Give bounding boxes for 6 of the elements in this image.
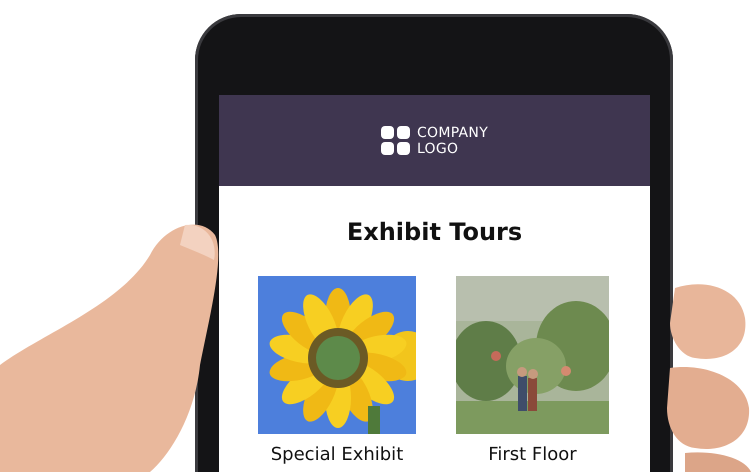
logo-icon <box>380 126 411 156</box>
page-title: Exhibit Tours <box>346 218 524 246</box>
logo-text: COMPANY <box>416 124 488 140</box>
logo-text: LOGO <box>416 140 460 156</box>
tour-label[interactable]: First Floor <box>488 444 577 465</box>
tour-label[interactable]: Special Exhibit <box>270 444 404 465</box>
